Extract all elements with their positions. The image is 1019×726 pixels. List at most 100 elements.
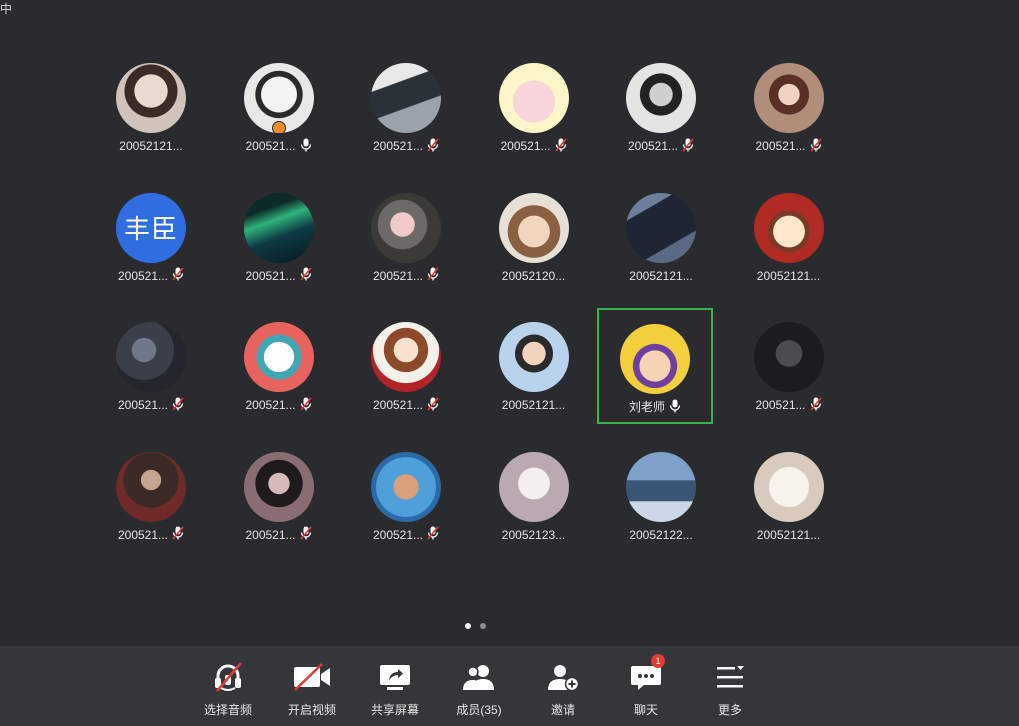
- participant-tile[interactable]: 200521...: [221, 314, 337, 430]
- participant-name: 200521...: [372, 139, 424, 153]
- participant-tile[interactable]: 20052122...: [603, 444, 719, 560]
- participant-name-row: 刘老师: [629, 399, 681, 415]
- top-status-label: 中: [0, 2, 13, 16]
- page-dot[interactable]: [480, 623, 486, 629]
- participant-tile[interactable]: 200521...: [348, 444, 464, 560]
- participant-name: 20052121...: [756, 268, 821, 283]
- members-button[interactable]: 成员(35): [444, 660, 514, 718]
- participant-name: 200521...: [500, 139, 551, 153]
- participant-name: 200521...: [627, 139, 679, 153]
- mic-muted-icon: [296, 267, 312, 284]
- start-video-button[interactable]: 开启视频: [277, 660, 347, 718]
- participant-avatar: [498, 63, 569, 133]
- participant-tile[interactable]: 20052121...: [731, 444, 847, 560]
- participant-grid: 20052121... 200521... 200521... 200521... 20…: [97, 55, 865, 579]
- mic-muted-icon: [168, 396, 184, 414]
- participant-tile[interactable]: 20052121...: [476, 314, 592, 430]
- participant-name-row: 20052121...: [629, 268, 692, 284]
- participant-tile[interactable]: 200521...: [93, 314, 209, 430]
- participant-name: 20052121...: [629, 268, 693, 283]
- participant-name-row: 20052121...: [119, 138, 182, 154]
- participant-avatar: [243, 322, 314, 392]
- more-menu-icon: [710, 660, 750, 694]
- participant-name: 20052120...: [501, 268, 566, 283]
- share-screen-button[interactable]: 共享屏幕: [360, 660, 430, 718]
- mic-muted-icon: [296, 526, 312, 543]
- participant-tile[interactable]: 200521...: [603, 55, 719, 171]
- participant-name-row: 200521...: [372, 267, 439, 284]
- mic-muted-icon: [806, 137, 822, 155]
- participant-avatar: [753, 192, 824, 263]
- participant-tile[interactable]: 200521...: [476, 55, 592, 171]
- participant-name: 200521...: [245, 527, 296, 542]
- participant-name-row: 200521...: [373, 396, 439, 414]
- mic-icon: [296, 138, 312, 155]
- participant-tile[interactable]: 200521...: [348, 55, 464, 171]
- participant-name-row: 200521...: [245, 267, 312, 284]
- participant-tile[interactable]: 20052123...: [476, 444, 592, 560]
- participant-name-row: 200521...: [245, 138, 311, 154]
- mic-muted-icon: [423, 137, 439, 155]
- share-screen-icon: [375, 660, 415, 694]
- participant-tile[interactable]: 200521...: [221, 185, 337, 301]
- participant-name: 200521...: [755, 398, 806, 412]
- participant-avatar: [116, 63, 186, 133]
- participant-tile[interactable]: 200521...: [221, 444, 337, 560]
- invite-button[interactable]: 邀请: [528, 660, 598, 718]
- participant-name: 200521...: [245, 398, 296, 412]
- participant-name: 200521...: [117, 268, 169, 283]
- mic-muted-icon: [678, 137, 694, 155]
- participant-avatar: [620, 324, 690, 394]
- participant-name-row: 200521...: [500, 137, 567, 154]
- mic-muted-icon: [296, 396, 312, 414]
- participant-name-row: 20052120...: [502, 268, 565, 284]
- chat-button[interactable]: 1 聊天: [611, 654, 681, 718]
- participant-tile[interactable]: 20052121...: [603, 185, 719, 301]
- participant-name-row: 200521...: [118, 396, 184, 414]
- participant-avatar: [371, 451, 441, 522]
- participant-avatar: [371, 322, 441, 392]
- participant-avatar: [371, 192, 441, 263]
- participant-tile[interactable]: 丰臣 200521...: [93, 185, 209, 301]
- participant-tile[interactable]: 200521...: [348, 314, 464, 430]
- participant-avatar: [753, 322, 824, 392]
- participant-tile[interactable]: 20052121...: [731, 185, 847, 301]
- participant-tile[interactable]: 200521...: [93, 444, 209, 560]
- mic-muted-icon: [806, 396, 822, 414]
- start-video-label: 开启视频: [287, 703, 336, 717]
- participant-tile[interactable]: 200521...: [731, 314, 847, 430]
- share-screen-label: 共享屏幕: [370, 703, 419, 717]
- participant-name: 20052121...: [119, 139, 183, 153]
- participant-name: 20052121...: [501, 398, 566, 412]
- participant-tile[interactable]: 20052120...: [476, 185, 592, 301]
- participant-name-row: 200521...: [755, 137, 822, 155]
- participant-tile[interactable]: 200521...: [348, 185, 464, 301]
- invite-label: 邀请: [550, 703, 575, 717]
- participant-avatar: [626, 192, 696, 263]
- participant-name: 刘老师: [628, 400, 665, 414]
- participant-avatar: [116, 451, 186, 522]
- mic-muted-icon: [168, 267, 184, 284]
- participant-name: 20052123...: [501, 527, 566, 542]
- participant-tile[interactable]: 20052121...: [93, 55, 209, 171]
- meeting-toolbar: 选择音频 开启视频 共享屏幕 成员(35) 邀请 1 聊天 更多: [0, 646, 1019, 726]
- participant-tile[interactable]: 200521...: [221, 55, 337, 171]
- mic-icon: [665, 399, 681, 416]
- page-indicator[interactable]: [465, 623, 486, 629]
- mic-muted-icon: [423, 396, 439, 414]
- more-button[interactable]: 更多: [695, 660, 765, 718]
- select-audio-button[interactable]: 选择音频: [193, 660, 263, 718]
- participant-name-row: 200521...: [117, 267, 184, 284]
- participant-name-row: 20052123...: [502, 527, 565, 543]
- participant-name: 200521...: [372, 268, 424, 283]
- participant-tile-active-speaker[interactable]: 刘老师: [597, 308, 713, 424]
- participant-name-row: 200521...: [372, 137, 439, 155]
- participant-name-row: 200521...: [245, 526, 312, 543]
- participant-avatar: [498, 322, 569, 392]
- participant-tile[interactable]: 200521...: [731, 55, 847, 171]
- chat-icon: 1: [626, 654, 666, 694]
- participant-avatar: [498, 192, 569, 263]
- page-dot[interactable]: [465, 623, 471, 629]
- headset-muted-icon: [208, 660, 248, 694]
- participant-avatar: [498, 451, 569, 522]
